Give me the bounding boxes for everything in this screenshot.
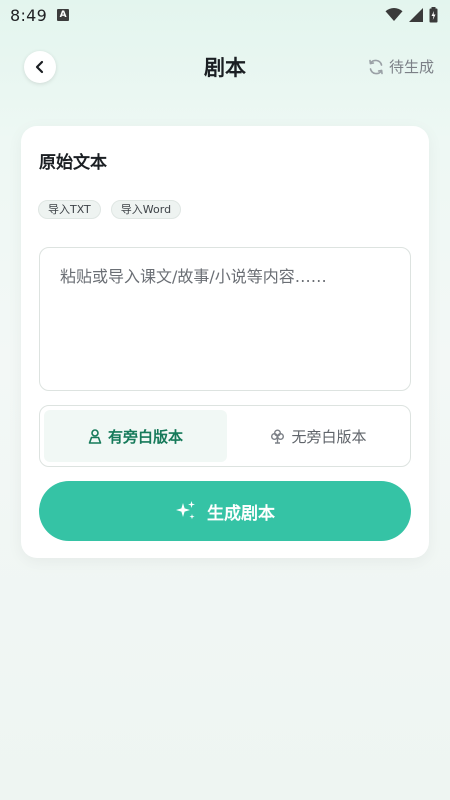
import-txt-button[interactable]: 导入TXT: [38, 200, 101, 219]
generation-status-label: 待生成: [388, 58, 434, 76]
without-narration-label: 无旁白版本: [291, 427, 367, 446]
status-left: 8:49 A: [10, 5, 70, 25]
spade-icon: [271, 429, 285, 444]
source-text-placeholder: 粘贴或导入课文/故事/小说等内容……: [60, 267, 327, 286]
without-narration-option[interactable]: 无旁白版本: [227, 406, 410, 466]
status-bar: 8:49 A: [0, 0, 450, 30]
battery-icon: [429, 7, 438, 23]
generation-status[interactable]: 待生成: [367, 56, 434, 77]
wifi-icon: [385, 8, 403, 21]
import-word-button[interactable]: 导入Word: [110, 200, 182, 219]
header: 剧本 待生成: [0, 48, 450, 88]
with-narration-option[interactable]: 有旁白版本: [44, 410, 227, 462]
status-icons: [385, 7, 438, 23]
narration-mode-toggle: 有旁白版本 无旁白版本: [39, 405, 411, 467]
notification-icon: A: [57, 9, 70, 21]
generate-script-button[interactable]: 生成剧本: [39, 481, 411, 541]
status-time: 8:49: [10, 5, 48, 25]
with-narration-label: 有旁白版本: [107, 427, 183, 446]
generate-script-label: 生成剧本: [207, 503, 275, 524]
import-buttons: 导入TXT 导入Word: [38, 200, 182, 219]
source-text-card: 原始文本 导入TXT 导入Word 粘贴或导入课文/故事/小说等内容…… 有旁白…: [21, 126, 429, 558]
person-icon: [88, 428, 102, 444]
sparkle-icon: [176, 501, 195, 520]
source-text-input[interactable]: 粘贴或导入课文/故事/小说等内容……: [39, 247, 411, 391]
section-title: 原始文本: [39, 153, 107, 173]
refresh-icon: [369, 59, 383, 74]
signal-icon: [409, 8, 423, 22]
